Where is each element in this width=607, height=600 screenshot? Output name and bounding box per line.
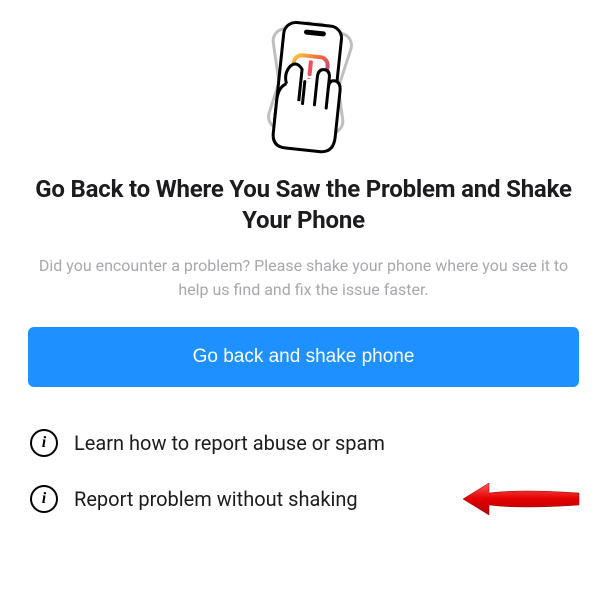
go-back-shake-button[interactable]: Go back and shake phone <box>28 327 579 387</box>
red-arrow-annotation <box>461 479 581 519</box>
info-icon: i <box>30 485 58 513</box>
info-icon: i <box>30 429 58 457</box>
page-title: Go Back to Where You Saw the Problem and… <box>28 174 579 236</box>
learn-abuse-spam-option[interactable]: i Learn how to report abuse or spam <box>28 415 579 471</box>
report-without-shaking-option[interactable]: i Report problem without shaking <box>28 471 579 527</box>
option-label: Learn how to report abuse or spam <box>74 431 385 455</box>
option-label: Report problem without shaking <box>74 487 358 511</box>
page-description: Did you encounter a problem? Please shak… <box>28 254 579 300</box>
phone-shake-report-icon <box>239 16 369 156</box>
